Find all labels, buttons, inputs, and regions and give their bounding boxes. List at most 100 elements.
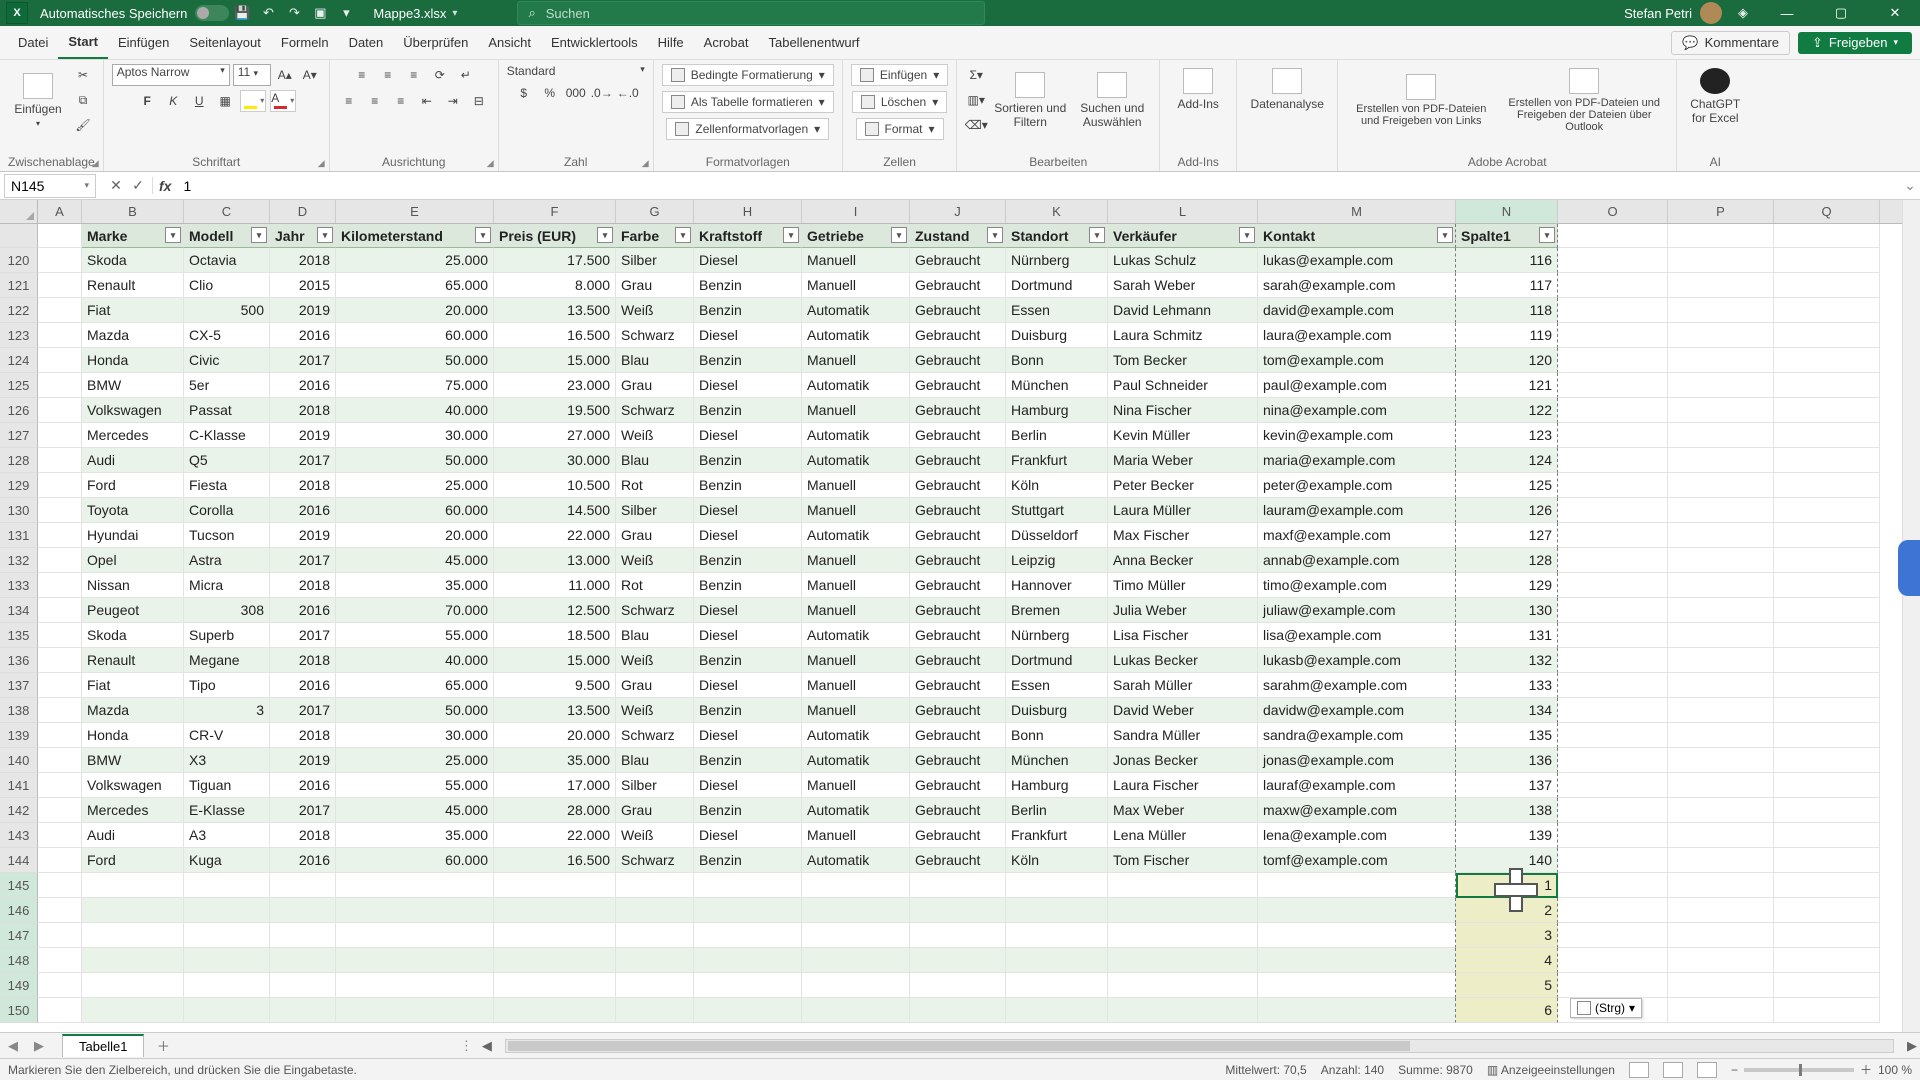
cell[interactable] — [494, 973, 616, 998]
cell[interactable]: Volkswagen — [82, 773, 184, 798]
cell[interactable]: 2018 — [270, 723, 336, 748]
column-header[interactable]: N — [1456, 200, 1558, 223]
cell[interactable]: Diesel — [694, 523, 802, 548]
cell[interactable]: München — [1006, 748, 1108, 773]
ribbon-tab-start[interactable]: Start — [58, 26, 108, 59]
cell[interactable] — [1668, 448, 1774, 473]
cell[interactable]: 136 — [1456, 748, 1558, 773]
table-header-cell[interactable]: Spalte1▾ — [1456, 224, 1558, 248]
cell[interactable]: Julia Weber — [1108, 598, 1258, 623]
cell[interactable]: Benzin — [694, 648, 802, 673]
italic-button[interactable]: K — [162, 90, 184, 112]
bold-button[interactable]: F — [136, 90, 158, 112]
cell[interactable]: Automatik — [802, 798, 910, 823]
cell[interactable] — [1558, 923, 1668, 948]
cell[interactable] — [1668, 973, 1774, 998]
save-icon[interactable]: 💾 — [229, 0, 255, 26]
cell[interactable]: Manuell — [802, 773, 910, 798]
cell[interactable]: 127 — [1456, 523, 1558, 548]
cell[interactable]: Hamburg — [1006, 773, 1108, 798]
addins-button[interactable]: Add-Ins — [1168, 64, 1228, 115]
cell[interactable] — [82, 898, 184, 923]
cell[interactable]: Manuell — [802, 473, 910, 498]
cell[interactable]: Gebraucht — [910, 773, 1006, 798]
cell[interactable]: 20.000 — [336, 298, 494, 323]
cell[interactable]: annab@example.com — [1258, 548, 1456, 573]
cell[interactable] — [1558, 698, 1668, 723]
cell[interactable]: Automatik — [802, 623, 910, 648]
column-header[interactable]: I — [802, 200, 910, 223]
cell[interactable] — [336, 873, 494, 898]
cell[interactable] — [38, 973, 82, 998]
cell[interactable]: 128 — [1456, 548, 1558, 573]
cell[interactable]: laura@example.com — [1258, 323, 1456, 348]
underline-button[interactable]: U — [188, 90, 210, 112]
minimize-button[interactable]: — — [1764, 0, 1810, 26]
cell[interactable] — [1774, 723, 1880, 748]
table-header-cell[interactable]: Getriebe▾ — [802, 224, 910, 248]
cell[interactable] — [82, 973, 184, 998]
cell[interactable] — [1006, 998, 1108, 1023]
increase-indent-icon[interactable]: ⇥ — [442, 90, 464, 112]
cell[interactable]: lisa@example.com — [1258, 623, 1456, 648]
cell[interactable]: Audi — [82, 823, 184, 848]
cell[interactable]: 121 — [1456, 373, 1558, 398]
cell[interactable]: 28.000 — [494, 798, 616, 823]
ribbon-tab-überprüfen[interactable]: Überprüfen — [393, 26, 478, 59]
cell[interactable] — [1108, 898, 1258, 923]
cell[interactable] — [1774, 523, 1880, 548]
cell[interactable]: 117 — [1456, 273, 1558, 298]
cell[interactable]: Automatik — [802, 523, 910, 548]
cell[interactable]: Manuell — [802, 248, 910, 273]
cell[interactable]: sarah@example.com — [1258, 273, 1456, 298]
expand-formula-bar-icon[interactable]: ⌄ — [1900, 177, 1920, 194]
row-header[interactable]: 129 — [0, 473, 38, 498]
zoom-level[interactable]: 100 % — [1878, 1063, 1912, 1077]
decrease-decimal-icon[interactable]: ←.0 — [617, 82, 639, 104]
cell[interactable]: Schwarz — [616, 598, 694, 623]
cell[interactable] — [38, 473, 82, 498]
cell[interactable]: Anna Becker — [1108, 548, 1258, 573]
filter-button[interactable]: ▾ — [987, 227, 1003, 243]
row-header[interactable] — [0, 224, 38, 248]
cell[interactable]: Düsseldorf — [1006, 523, 1108, 548]
cell[interactable]: Weiß — [616, 548, 694, 573]
cell[interactable] — [38, 423, 82, 448]
cell[interactable] — [494, 923, 616, 948]
cell[interactable]: CX-5 — [184, 323, 270, 348]
cell[interactable] — [1774, 748, 1880, 773]
cell[interactable] — [1774, 948, 1880, 973]
display-settings-button[interactable]: ▥ Anzeigeeinstellungen — [1487, 1063, 1615, 1077]
ribbon-tab-acrobat[interactable]: Acrobat — [694, 26, 759, 59]
filter-button[interactable]: ▾ — [597, 227, 613, 243]
cell[interactable] — [1558, 798, 1668, 823]
row-header[interactable]: 138 — [0, 698, 38, 723]
column-header[interactable]: C — [184, 200, 270, 223]
cell[interactable] — [1668, 773, 1774, 798]
autosum-icon[interactable]: Σ▾ — [965, 64, 987, 86]
row-header[interactable]: 133 — [0, 573, 38, 598]
cell[interactable]: Megane — [184, 648, 270, 673]
table-header-cell[interactable]: Kilometerstand▾ — [336, 224, 494, 248]
share-button[interactable]: ⇪ Freigeben ▾ — [1798, 32, 1912, 54]
cell[interactable]: 2019 — [270, 748, 336, 773]
cell[interactable] — [1558, 548, 1668, 573]
filter-button[interactable]: ▾ — [1539, 227, 1555, 243]
cell[interactable]: Benzin — [694, 548, 802, 573]
user-name[interactable]: Stefan Petri — [1624, 6, 1692, 21]
cell[interactable] — [270, 948, 336, 973]
column-header[interactable]: Q — [1774, 200, 1880, 223]
cell[interactable]: Gebraucht — [910, 523, 1006, 548]
cell[interactable]: 60.000 — [336, 323, 494, 348]
cell[interactable] — [38, 698, 82, 723]
cell[interactable]: E-Klasse — [184, 798, 270, 823]
cell[interactable] — [336, 898, 494, 923]
cell[interactable] — [616, 973, 694, 998]
cell[interactable] — [1774, 998, 1880, 1023]
row-header[interactable]: 125 — [0, 373, 38, 398]
add-sheet-button[interactable]: ＋ — [150, 1036, 176, 1055]
zoom-slider[interactable] — [1744, 1068, 1854, 1072]
cell[interactable]: 2019 — [270, 523, 336, 548]
cell[interactable]: Diesel — [694, 373, 802, 398]
cell[interactable]: Gebraucht — [910, 623, 1006, 648]
